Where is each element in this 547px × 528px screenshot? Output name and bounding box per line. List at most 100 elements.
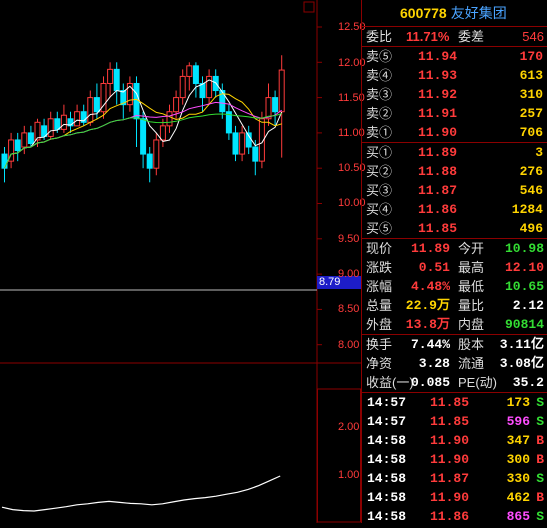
candles-group bbox=[1, 55, 285, 183]
candle-body bbox=[74, 111, 81, 127]
candle-body bbox=[107, 68, 114, 84]
sell-row-3[interactable]: 卖③ 11.92 310 bbox=[362, 85, 547, 104]
buy-label: 买④ bbox=[366, 202, 393, 217]
buy-row-4[interactable]: 买④ 11.86 1284 bbox=[362, 200, 547, 219]
tick-time: 14:58 bbox=[367, 490, 407, 505]
sell-volume: 257 bbox=[519, 106, 543, 121]
buy-price: 11.88 bbox=[418, 164, 458, 179]
tick-price: 11.86 bbox=[430, 509, 470, 524]
tick-side: S bbox=[536, 395, 544, 410]
buy-row-2[interactable]: 买② 11.88 276 bbox=[362, 162, 547, 181]
quote-row-pct: 涨幅 4.48% 最低 10.65 bbox=[362, 277, 547, 296]
tick-side: S bbox=[536, 414, 544, 429]
sell-price: 11.91 bbox=[418, 106, 458, 121]
stock-code: 600778 bbox=[400, 5, 447, 21]
quote-value: 2.12 bbox=[512, 298, 544, 313]
finance-value: 35.2 bbox=[512, 375, 544, 390]
candle-body bbox=[232, 132, 239, 155]
tick-side: S bbox=[536, 471, 544, 486]
buy-volume: 3 bbox=[535, 145, 543, 160]
candle-body bbox=[27, 132, 34, 144]
tick-row[interactable]: 14:57 11.85 596 S bbox=[362, 412, 547, 431]
candle-body bbox=[153, 139, 160, 169]
quote-row-volume: 总量 22.9万 量比 2.12 bbox=[362, 296, 547, 315]
buy-row-5[interactable]: 买⑤ 11.85 496 bbox=[362, 219, 547, 239]
candle-body bbox=[199, 82, 206, 99]
candle-body bbox=[186, 65, 193, 77]
sell-volume: 310 bbox=[519, 87, 543, 102]
candle-body bbox=[140, 118, 147, 155]
tick-price: 11.87 bbox=[430, 471, 470, 486]
tick-row[interactable]: 14:58 11.90 462 B bbox=[362, 488, 547, 507]
finance-value: 3.11亿 bbox=[499, 337, 544, 352]
buy-label: 买② bbox=[366, 164, 393, 179]
sell-price: 11.94 bbox=[418, 49, 458, 64]
tick-row[interactable]: 14:58 11.87 330 S bbox=[362, 469, 547, 488]
tick-row[interactable]: 14:57 11.85 173 S bbox=[362, 393, 547, 412]
price-axis-label: 8.50 bbox=[338, 303, 360, 315]
candle-body bbox=[179, 75, 186, 99]
buy-row-1[interactable]: 买① 11.89 3 bbox=[362, 143, 547, 162]
finance-value: 0.085 bbox=[410, 375, 450, 390]
sell-label: 卖③ bbox=[366, 87, 393, 102]
quote-label: 量比 bbox=[458, 298, 485, 313]
quote-label: 今开 bbox=[458, 241, 485, 256]
quote-value: 12.10 bbox=[504, 260, 544, 275]
tick-qty: 596 bbox=[506, 414, 530, 429]
tick-time: 14:58 bbox=[367, 452, 407, 467]
tick-qty: 330 bbox=[506, 471, 530, 486]
buy-label: 买⑤ bbox=[366, 221, 393, 236]
kline-svg[interactable] bbox=[0, 0, 361, 523]
quote-value: 10.65 bbox=[504, 279, 544, 294]
tick-time: 14:58 bbox=[367, 433, 407, 448]
finance-label: 股本 bbox=[458, 337, 485, 352]
tick-price: 11.90 bbox=[430, 433, 470, 448]
tick-time: 14:58 bbox=[367, 509, 407, 524]
candle-body bbox=[166, 111, 173, 127]
finance-value: 3.28 bbox=[418, 356, 450, 371]
price-axis-label: 9.50 bbox=[338, 233, 360, 245]
tick-qty: 462 bbox=[506, 490, 530, 505]
candle-body bbox=[93, 97, 100, 113]
indicator-line bbox=[1, 475, 281, 512]
quote-value: 4.48% bbox=[410, 279, 450, 294]
buy-row-3[interactable]: 买③ 11.87 546 bbox=[362, 181, 547, 200]
indicator-axis-label: 1.00 bbox=[338, 469, 360, 481]
finance-row-assets: 净资 3.28 流通 3.08亿 bbox=[362, 354, 547, 373]
tick-price: 11.85 bbox=[430, 414, 470, 429]
finance-label: 流通 bbox=[458, 356, 485, 371]
tick-time: 14:57 bbox=[367, 414, 407, 429]
candle-body bbox=[239, 132, 246, 155]
candle-body bbox=[14, 139, 21, 152]
quote-label: 最低 bbox=[458, 279, 485, 294]
tick-row[interactable]: 14:58 11.90 347 B bbox=[362, 431, 547, 450]
sell-row-4[interactable]: 卖④ 11.93 613 bbox=[362, 66, 547, 85]
candle-body bbox=[87, 97, 94, 123]
quote-value: 90814 bbox=[504, 317, 544, 332]
candle-body bbox=[47, 118, 54, 137]
candle-body bbox=[278, 69, 285, 113]
finance-label: 收益(一) bbox=[366, 375, 414, 390]
quote-label: 内盘 bbox=[458, 317, 485, 332]
tick-row[interactable]: 14:58 11.90 300 B bbox=[362, 450, 547, 469]
finance-label: 净资 bbox=[366, 356, 393, 371]
candle-body bbox=[54, 118, 61, 130]
tick-row[interactable]: 14:58 11.86 865 S bbox=[362, 507, 547, 526]
stock-header[interactable]: 600778 友好集团 bbox=[362, 0, 547, 27]
sell-row-1[interactable]: 卖① 11.90 706 bbox=[362, 123, 547, 143]
sell-volume: 170 bbox=[519, 49, 543, 64]
kline-chart-area[interactable]: 8.79 12.50 12.00 11.50 11.00 10.50 10.00… bbox=[0, 0, 366, 523]
chart-corner-box[interactable] bbox=[303, 1, 315, 13]
quote-value: 10.98 bbox=[504, 241, 544, 256]
tick-price: 11.85 bbox=[430, 395, 470, 410]
finance-label: 换手 bbox=[366, 337, 393, 352]
candle-body bbox=[272, 97, 279, 113]
order-ratio-row: 委比 11.71% 委差 546 bbox=[362, 27, 547, 47]
quote-value: 11.89 bbox=[410, 241, 450, 256]
buy-price: 11.89 bbox=[418, 145, 458, 160]
sell-row-5[interactable]: 卖⑤ 11.94 170 bbox=[362, 47, 547, 66]
sell-volume: 613 bbox=[519, 68, 543, 83]
quote-row-outer-inner: 外盘 13.8万 内盘 90814 bbox=[362, 315, 547, 335]
quote-panel: 600778 友好集团 委比 11.71% 委差 546 卖⑤ 11.94 170 卖… bbox=[361, 0, 547, 526]
sell-row-2[interactable]: 卖② 11.91 257 bbox=[362, 104, 547, 123]
